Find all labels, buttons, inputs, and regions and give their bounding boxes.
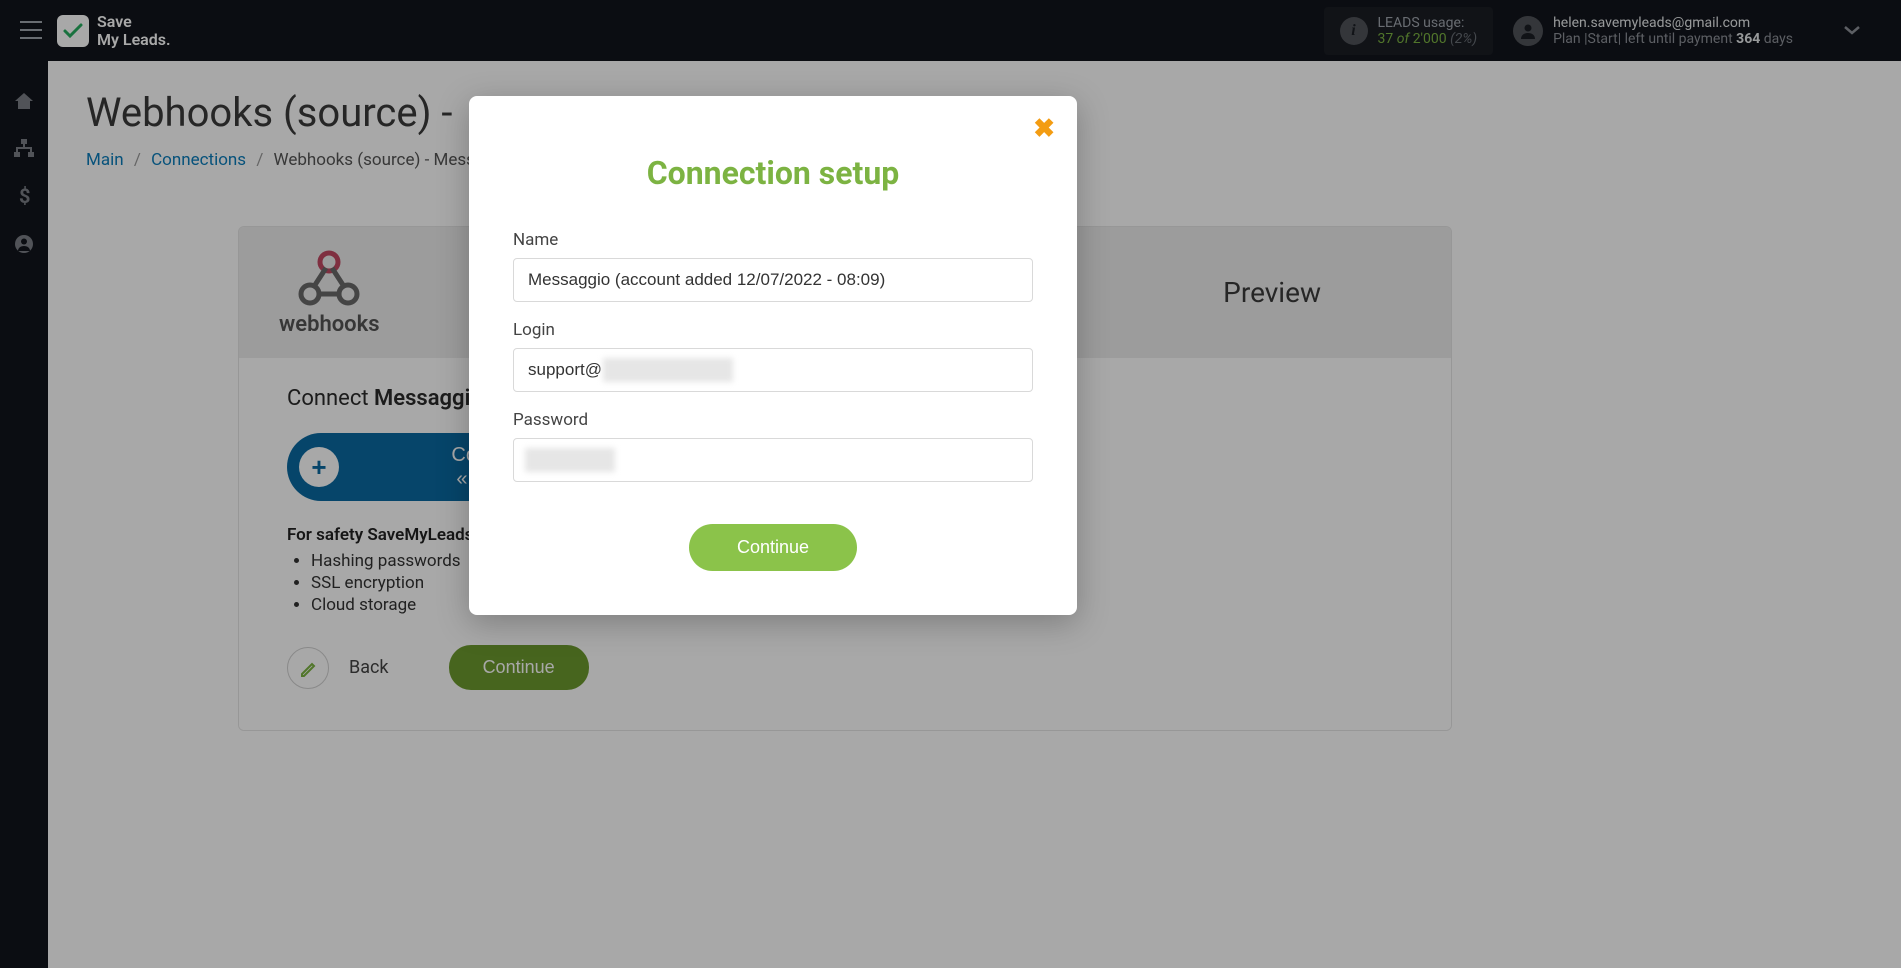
redacted-area xyxy=(525,448,615,472)
redacted-area xyxy=(603,358,733,382)
name-label: Name xyxy=(513,230,1033,250)
login-input[interactable] xyxy=(513,348,1033,392)
name-input[interactable] xyxy=(513,258,1033,302)
login-label: Login xyxy=(513,320,1033,340)
connection-setup-modal: ✖ Connection setup Name Login Password C… xyxy=(469,96,1077,615)
close-icon[interactable]: ✖ xyxy=(1033,114,1055,144)
password-label: Password xyxy=(513,410,1033,430)
modal-continue-button[interactable]: Continue xyxy=(689,524,857,571)
modal-title: Connection setup xyxy=(513,154,1033,192)
